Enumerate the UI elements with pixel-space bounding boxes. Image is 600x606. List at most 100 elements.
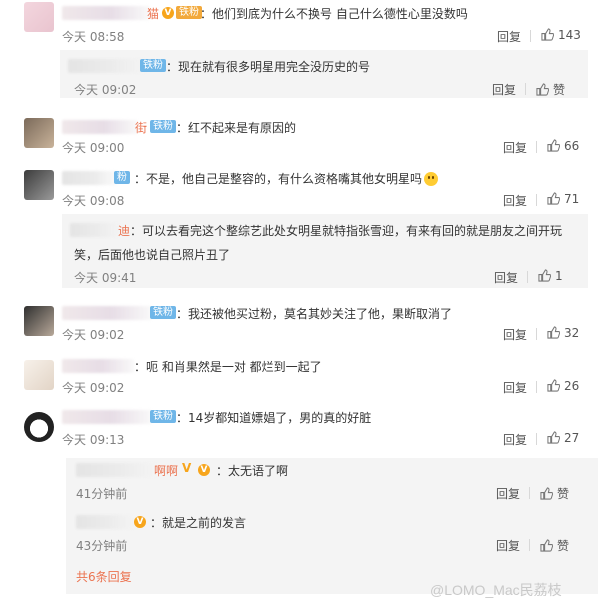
like-button[interactable]: 27 [547,431,579,445]
thumbs-up-icon [547,379,561,392]
reply-button[interactable]: 回复 [503,326,527,343]
verified-icon: V [182,461,192,475]
divider [536,381,537,393]
divider [536,194,537,206]
comment-text: ：他们到底为什么不换号 自己什么德性心里没数吗 [200,7,468,21]
divider [536,328,537,340]
fan-badge: 铁粉 [140,59,166,72]
avatar[interactable] [24,360,54,390]
comment-item: 粉 ：不是，他自己是整容的，有什么资格嘴其他女明星吗 今天 09:08 回复 7… [0,162,600,210]
reply-button[interactable]: 回复 [494,269,518,286]
like-button[interactable]: 26 [547,379,579,393]
like-button[interactable]: 32 [547,326,579,340]
like-button[interactable]: 1 [538,269,563,283]
avatar[interactable] [24,118,54,148]
comment-item: ：呃 和肖果然是一对 都烂到一起了 今天 09:02 回复 26 [0,352,600,398]
reply-button[interactable]: 回复 [496,537,520,554]
timestamp: 今天 09:02 [62,381,125,395]
reply-button[interactable]: 回复 [503,139,527,156]
timestamp: 今天 09:08 [62,194,125,208]
divider [530,30,531,42]
comment-text: ：我还被他买过粉，莫名其妙关注了他，果断取消了 [176,307,453,321]
timestamp: 今天 09:00 [62,141,125,155]
divider [529,539,530,551]
username-tail[interactable]: 迪 [118,222,130,239]
like-count: 32 [564,326,580,340]
reply-button[interactable]: 回复 [503,192,527,209]
like-label: 赞 [557,539,570,553]
like-count: 143 [558,28,581,42]
thumbs-up-icon [540,487,554,500]
like-count: 26 [564,379,580,393]
timestamp: 今天 09:02 [62,328,125,342]
reply-text: ：太无语了啊 [216,464,289,478]
username[interactable] [62,410,152,424]
sub-reply-item: V ：就是之前的发言 43分钟前 回复 赞 [66,510,598,556]
like-button[interactable]: 赞 [540,485,569,502]
timestamp: 今天 09:02 [74,83,137,97]
timestamp: 今天 09:13 [62,433,125,447]
more-replies-link[interactable]: 共6条回复 [76,568,132,585]
divider [536,141,537,153]
thumbs-up-icon [547,431,561,444]
comment-item: 猫 V 铁粉 ：他们到底为什么不换号 自己什么德性心里没数吗 今天 08:58 … [0,0,600,46]
username[interactable] [62,306,152,320]
fan-badge: 铁粉 [150,120,176,133]
watermark: @LOMO_Mac民荔枝 [430,582,562,598]
avatar[interactable] [24,412,54,442]
like-label: 赞 [553,83,566,97]
username[interactable] [62,359,134,373]
fan-badge: 铁粉 [150,410,176,423]
reply-box: 迪 ：可以去看完这个整综艺此处女明星就特指张雪迎，有来有回的就是朋友之间开玩 笑… [62,214,588,288]
vip-icon: V [134,516,146,528]
comment-text: ：红不起来是有原因的 [176,121,297,135]
reply-button[interactable]: 回复 [503,379,527,396]
timestamp: 41分钟前 [76,487,128,501]
avatar[interactable] [24,306,54,336]
comment-text: ：呃 和肖果然是一对 都烂到一起了 [134,360,322,374]
thumbs-up-icon [547,139,561,152]
fan-badge: 铁粉 [176,6,202,19]
username[interactable] [62,171,118,185]
comment-item: 铁粉 ：我还被他买过粉，莫名其妙关注了他，果断取消了 今天 09:02 回复 3… [0,300,600,346]
username-tail[interactable]: 街 [135,119,147,136]
divider [525,83,526,95]
timestamp: 43分钟前 [76,539,128,553]
timestamp: 今天 08:58 [62,30,125,44]
username[interactable] [62,120,138,134]
username[interactable] [62,6,150,20]
avatar[interactable] [24,170,54,200]
like-button[interactable]: 143 [541,28,581,42]
like-button[interactable]: 赞 [536,81,565,98]
thumbs-up-icon [541,28,555,41]
divider [529,487,530,499]
username[interactable] [70,223,120,237]
comment-panel: 猫 V 铁粉 ：他们到底为什么不换号 自己什么德性心里没数吗 今天 08:58 … [0,0,600,452]
grin-emoji-icon [424,172,439,186]
like-button[interactable]: 66 [547,139,579,153]
like-button[interactable]: 71 [547,192,579,206]
comment-text: ：14岁都知道嫖娼了，男的真的好脏 [176,411,372,425]
comment-text: ：不是，他自己是整容的，有什么资格嘴其他女明星吗 [134,170,439,187]
like-button[interactable]: 赞 [540,537,569,554]
avatar[interactable] [24,2,54,32]
reply-text: ：就是之前的发言 [150,516,247,530]
reply-text-line2: 笑，后面他也说自己照片丑了 [74,248,231,262]
reply-text: ：现在就有很多明星用完全没历史的号 [166,60,371,74]
reply-button[interactable]: 回复 [497,28,521,45]
like-count: 66 [564,139,580,153]
reply-box: 铁粉 ：现在就有很多明星用完全没历史的号 今天 09:02 回复 赞 [60,50,588,98]
reply-button[interactable]: 回复 [503,431,527,448]
like-count: 71 [564,192,580,206]
username[interactable] [68,59,146,73]
username-tail[interactable]: 猫 [147,5,159,22]
divider [527,271,528,283]
divider [536,433,537,445]
username[interactable] [76,463,156,477]
thumbs-up-icon [538,269,552,282]
username-tail[interactable]: 啊啊 [154,462,178,479]
reply-button[interactable]: 回复 [496,485,520,502]
comment-item: 街 铁粉 ：红不起来是有原因的 今天 09:00 回复 66 [0,108,600,158]
reply-button[interactable]: 回复 [492,81,516,98]
username[interactable] [76,515,134,529]
